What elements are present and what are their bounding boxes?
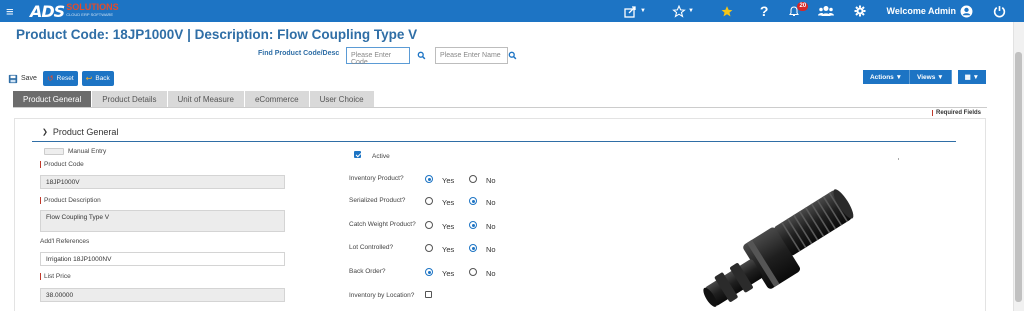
views-label: Views (917, 73, 936, 81)
back-button[interactable]: ↩ Back (81, 71, 114, 86)
tab-unit-of-measure[interactable]: Unit of Measure (167, 91, 244, 107)
lot-controlled-label: Lot Controlled? (349, 244, 394, 251)
back-label: Back (95, 75, 110, 82)
no-label: No (486, 222, 496, 231)
company-logo[interactable]: ADS SOLUTIONS CLOUD ERP SOFTWARE (30, 0, 119, 22)
welcome-user-text: Welcome Admin (886, 6, 956, 16)
inventory-by-location-label: Inventory by Location? (349, 292, 415, 299)
image-marker (898, 158, 899, 160)
additional-references-label: Add'l References (40, 238, 90, 245)
yes-label: Yes (442, 245, 455, 254)
grid-menu-button[interactable]: ▦ ▼ (957, 70, 986, 84)
help-icon[interactable]: ? (760, 3, 769, 19)
product-description-textarea[interactable]: Flow Coupling Type V (40, 210, 285, 232)
chevron-down-icon: ▼ (972, 73, 979, 81)
logo-solutions-text: SOLUTIONS (66, 2, 119, 12)
tab-user-choice[interactable]: User Choice (309, 91, 374, 107)
active-label: Active (372, 153, 390, 160)
notification-badge: 20 (797, 1, 809, 11)
serialized-product-yes-radio[interactable] (425, 197, 433, 205)
serialized-product-label: Serialized Product? (349, 197, 406, 204)
tab-product-details[interactable]: Product Details (92, 91, 167, 107)
notifications-bell-icon[interactable]: 20 (788, 1, 809, 18)
chevron-down-icon: ▼ (937, 73, 944, 81)
catch-weight-yes-radio[interactable] (425, 221, 433, 229)
tab-divider (13, 107, 987, 108)
list-price-input[interactable]: 38.00000 (40, 288, 285, 302)
yes-label: Yes (442, 222, 455, 231)
settings-gear-icon[interactable] (854, 5, 866, 17)
views-dropdown-button[interactable]: Views ▼ (910, 70, 952, 84)
list-price-label: List Price (40, 273, 71, 280)
favorites-star-icon[interactable]: ▼ (672, 4, 694, 18)
actions-dropdown-button[interactable]: Actions ▼ (862, 70, 911, 84)
product-description-label: Product Description (40, 197, 101, 204)
yes-label: Yes (442, 198, 455, 207)
back-order-yes-radio[interactable] (425, 268, 433, 276)
hamburger-menu-icon[interactable]: ≡ (6, 4, 20, 19)
inventory-product-yes-radio[interactable] (425, 175, 433, 183)
product-image (703, 189, 854, 307)
yes-label: Yes (442, 176, 455, 185)
user-account-icon[interactable] (960, 5, 973, 18)
no-label: No (486, 245, 496, 254)
reset-button[interactable]: ↺ Reset (42, 71, 78, 86)
save-icon (8, 74, 18, 83)
no-label: No (486, 176, 496, 185)
inventory-by-location-checkbox[interactable] (425, 291, 432, 298)
lot-controlled-no-radio[interactable] (469, 244, 477, 252)
find-name-search-icon[interactable] (505, 47, 519, 64)
find-product-label: Find Product Code/Desc (258, 50, 340, 57)
logout-power-icon[interactable] (993, 5, 1006, 18)
manual-entry-label: Manual Entry (68, 148, 107, 155)
save-button[interactable]: Save (8, 74, 37, 84)
reset-label: Reset (56, 75, 74, 82)
manual-entry-toggle[interactable] (44, 148, 64, 155)
back-order-label: Back Order? (349, 268, 386, 275)
section-header[interactable]: ❯ Product General (42, 127, 118, 137)
catch-weight-no-radio[interactable] (469, 221, 477, 229)
catch-weight-product-label: Catch Weight Product? (349, 221, 416, 228)
inventory-product-label: Inventory Product? (349, 175, 404, 182)
share-icon[interactable]: ▼ (624, 5, 646, 18)
grid-icon: ▦ (964, 74, 971, 81)
find-name-input[interactable]: Please Enter Name (435, 47, 508, 64)
yes-label: Yes (442, 269, 455, 278)
tab-product-general[interactable]: Product General (13, 91, 92, 107)
section-divider (32, 141, 956, 142)
additional-references-input[interactable]: Irrigation 18JP1000NV (40, 252, 285, 266)
section-title: Product General (52, 127, 119, 137)
page-title: Product Code: 18JP1000V | Description: F… (16, 27, 418, 42)
active-checkbox[interactable] (354, 151, 361, 158)
back-icon: ↩ (85, 74, 93, 83)
reset-icon: ↺ (46, 74, 54, 83)
save-label: Save (21, 75, 37, 82)
actions-label: Actions (869, 73, 894, 81)
chevron-down-icon: ❯ (42, 129, 48, 136)
inventory-product-no-radio[interactable] (469, 175, 477, 183)
tab-ecommerce[interactable]: eCommerce (244, 91, 309, 107)
product-code-input[interactable]: 18JP1000V (40, 175, 285, 189)
product-code-label: Product Code (40, 161, 84, 168)
top-navbar: ≡ ADS SOLUTIONS CLOUD ERP SOFTWARE ▼ ▼ ?… (0, 0, 1024, 22)
logo-tagline-text: CLOUD ERP SOFTWARE (66, 12, 114, 17)
find-code-input[interactable]: Please Enter Code (346, 47, 410, 66)
lot-controlled-yes-radio[interactable] (425, 244, 433, 252)
required-fields-note: Required Fields (931, 110, 981, 116)
scrollbar-thumb[interactable] (1015, 52, 1022, 302)
serialized-product-no-radio[interactable] (469, 197, 477, 205)
chevron-down-icon: ▼ (895, 73, 903, 81)
bookmark-star-icon[interactable] (720, 5, 734, 18)
back-order-no-radio[interactable] (469, 268, 477, 276)
logo-ads-text: ADS (30, 1, 65, 21)
no-label: No (486, 269, 496, 278)
no-label: No (486, 198, 496, 207)
page-scrollbar[interactable] (1013, 22, 1024, 311)
find-code-search-icon[interactable] (414, 47, 428, 64)
users-group-icon[interactable] (818, 5, 835, 17)
